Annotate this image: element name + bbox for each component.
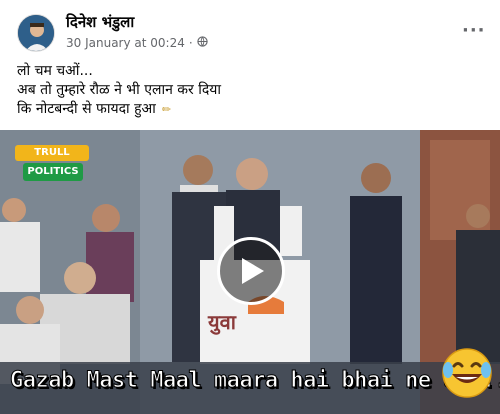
channel-logo-bottom: POLITICS — [23, 163, 83, 181]
video-caption: Gazab Mast Maal maara hai bhai ne aaj.. — [0, 362, 500, 408]
podium-text: युवा — [208, 310, 236, 334]
post-meta: 30 January at 00:24 · — [66, 36, 208, 50]
pencil-emoji-icon: ✏ — [161, 103, 172, 116]
post-timestamp[interactable]: 30 January at 00:24 — [66, 36, 185, 50]
author-avatar[interactable] — [17, 14, 55, 52]
post-text: लो चम चओं... अब तो तुम्हारे रौळ ने भी एल… — [17, 62, 221, 119]
play-icon[interactable] — [217, 237, 285, 305]
post-card: दिनेश भंडुला 30 January at 00:24 · ··· ल… — [0, 0, 500, 414]
channel-logo: TRULL INDIAN POLITICS — [15, 145, 89, 187]
more-options-icon[interactable]: ··· — [462, 20, 486, 41]
post-text-line: अब तो तुम्हारे रौळ ने भी एलान कर दिया — [17, 82, 222, 98]
laughing-crying-emoji-icon — [440, 346, 494, 400]
author-name[interactable]: दिनेश भंडुला — [66, 12, 134, 32]
post-text-line: लो चम चओं... — [17, 63, 93, 79]
globe-icon — [197, 36, 208, 50]
channel-logo-top: TRULL INDIAN — [15, 145, 89, 174]
meta-separator: · — [188, 36, 193, 50]
video-caption-text: Gazab Mast Maal maara hai bhai ne aaj.. — [9, 368, 500, 394]
post-text-line: कि नोटबन्दी से फायदा हुआ — [17, 101, 156, 117]
